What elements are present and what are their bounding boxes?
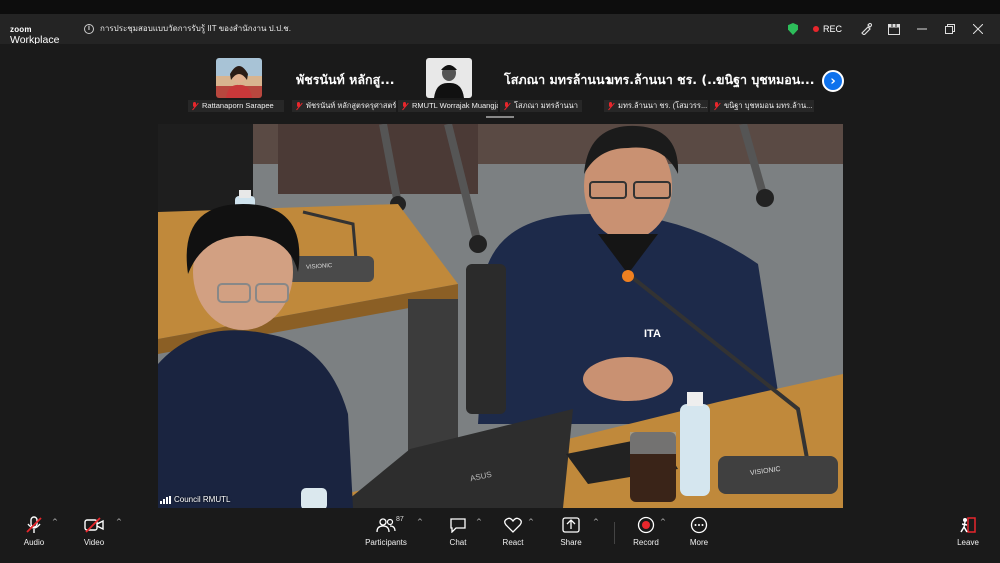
- participants-button[interactable]: 87 Participants: [356, 514, 416, 547]
- view-layout-icon[interactable]: [880, 19, 908, 39]
- participant-label: RMUTL Worrajak Muangjai: [398, 100, 498, 112]
- close-button[interactable]: [964, 19, 992, 39]
- participant-name-display: โสภณา มทรล้านนา: [504, 72, 612, 87]
- record-options-chevron-icon[interactable]: ^: [660, 518, 666, 526]
- toolbar-divider: [614, 522, 615, 544]
- rec-label: REC: [822, 24, 842, 34]
- info-icon[interactable]: i: [84, 23, 94, 34]
- more-button[interactable]: More: [669, 514, 729, 547]
- encryption-shield-icon[interactable]: [779, 19, 807, 39]
- recording-indicator[interactable]: REC: [812, 24, 842, 34]
- react-label: React: [502, 538, 524, 547]
- participants-label: Participants: [365, 538, 407, 547]
- participant-tile[interactable]: พัชรนันท์ หลักสู... พัชรนันท์ หลักสูตรคร…: [292, 56, 398, 114]
- brand-zoom: zoom: [10, 25, 32, 34]
- minimize-button[interactable]: [908, 19, 936, 39]
- participant-label: Rattanaporn Sarapee: [188, 100, 284, 112]
- meeting-toolbar: Audio ^ Video ^ 87 Participants ^ Chat ^…: [0, 510, 1000, 563]
- mic-muted-icon: [503, 102, 510, 110]
- annotate-icon[interactable]: [852, 19, 880, 39]
- gallery-next-button[interactable]: ›: [822, 70, 844, 92]
- participant-photo: [216, 58, 262, 98]
- participant-name-display: พัชรนันท์ หลักสู...: [296, 72, 395, 87]
- app-logo: zoom Workplace: [10, 22, 59, 45]
- participants-count: 87: [396, 516, 404, 523]
- speaker-name: Council RMUTL: [174, 495, 231, 504]
- title-bar: zoom Workplace i การประชุมสอบแบบวัดการรั…: [0, 0, 1000, 45]
- participants-options-chevron-icon[interactable]: ^: [417, 518, 423, 526]
- participant-tile[interactable]: มทร.ล้านนา ชร. (... มทร.ล้านนา ชร. (โสมว…: [604, 56, 721, 114]
- share-button[interactable]: Share: [541, 514, 601, 547]
- video-off-icon: [64, 514, 124, 536]
- video-button[interactable]: Video: [64, 514, 124, 547]
- participant-label: มทร.ล้านนา ชร. (โสมวรร...: [604, 100, 708, 112]
- speaker-name-tag: Council RMUTL: [160, 495, 230, 504]
- record-dot-icon: [812, 26, 819, 32]
- meeting-title: การประชุมสอบแบบวัดการรับรู้ IIT ของสำนัก…: [100, 24, 291, 33]
- mic-muted-icon: [713, 102, 720, 110]
- record-label: Record: [633, 538, 659, 547]
- participant-photo: [426, 58, 472, 98]
- video-label: Video: [83, 538, 105, 547]
- leave-icon: [938, 514, 998, 536]
- leave-label: Leave: [957, 538, 979, 547]
- participant-tile[interactable]: ขนิฐา บุชหมอน... ขนิฐา บุชหมอน มทร.ล้าน.…: [710, 56, 816, 114]
- mic-muted-icon: [295, 102, 302, 110]
- participant-label: โสภณา มทรล้านนา: [500, 100, 582, 112]
- mic-muted-icon: [607, 102, 614, 110]
- leave-button[interactable]: Leave: [938, 514, 998, 547]
- video-options-chevron-icon[interactable]: ^: [116, 518, 122, 526]
- participant-gallery: Rattanaporn Sarapee พัชรนันท์ หลักสู... …: [0, 44, 1000, 120]
- gallery-page-indicator: [486, 116, 514, 118]
- record-button[interactable]: Record: [616, 514, 676, 547]
- participant-tile[interactable]: โสภณา มทรล้านนา โสภณา มทรล้านนา: [500, 56, 612, 114]
- chat-options-chevron-icon[interactable]: ^: [476, 518, 482, 526]
- audio-options-chevron-icon[interactable]: ^: [52, 518, 58, 526]
- video-frame: [158, 124, 843, 508]
- mic-muted-icon: [401, 102, 408, 110]
- participant-name-display: ขนิฐา บุชหมอน...: [716, 72, 815, 87]
- react-options-chevron-icon[interactable]: ^: [528, 518, 534, 526]
- share-label: Share: [560, 538, 582, 547]
- meeting-info[interactable]: i การประชุมสอบแบบวัดการรับรู้ IIT ของสำน…: [84, 22, 291, 35]
- more-icon: [669, 514, 729, 536]
- active-speaker-video[interactable]: VISIONIC VISIONIC ASUS ITA: [158, 124, 843, 508]
- react-button[interactable]: React: [483, 514, 543, 547]
- more-label: More: [689, 538, 709, 547]
- participant-label: ขนิฐา บุชหมอน มทร.ล้าน...: [710, 100, 814, 112]
- participant-tile[interactable]: Rattanaporn Sarapee: [188, 56, 286, 114]
- restore-button[interactable]: [936, 19, 964, 39]
- record-icon: [616, 514, 676, 536]
- participant-label: พัชรนันท์ หลักสูตรครุศาสตร์...: [292, 100, 396, 112]
- share-screen-icon: [541, 514, 601, 536]
- connection-bars-icon: [160, 495, 171, 504]
- participant-tile[interactable]: RMUTL Worrajak Muangjai: [398, 56, 500, 114]
- participant-name-display: มทร.ล้านนา ชร. (...: [606, 72, 722, 87]
- share-options-chevron-icon[interactable]: ^: [593, 518, 599, 526]
- participants-icon: 87: [356, 514, 416, 536]
- heart-icon: [483, 514, 543, 536]
- mic-muted-icon: [191, 102, 198, 110]
- shirt-logo: ITA: [644, 328, 661, 340]
- chat-label: Chat: [449, 538, 467, 547]
- audio-label: Audio: [23, 538, 45, 547]
